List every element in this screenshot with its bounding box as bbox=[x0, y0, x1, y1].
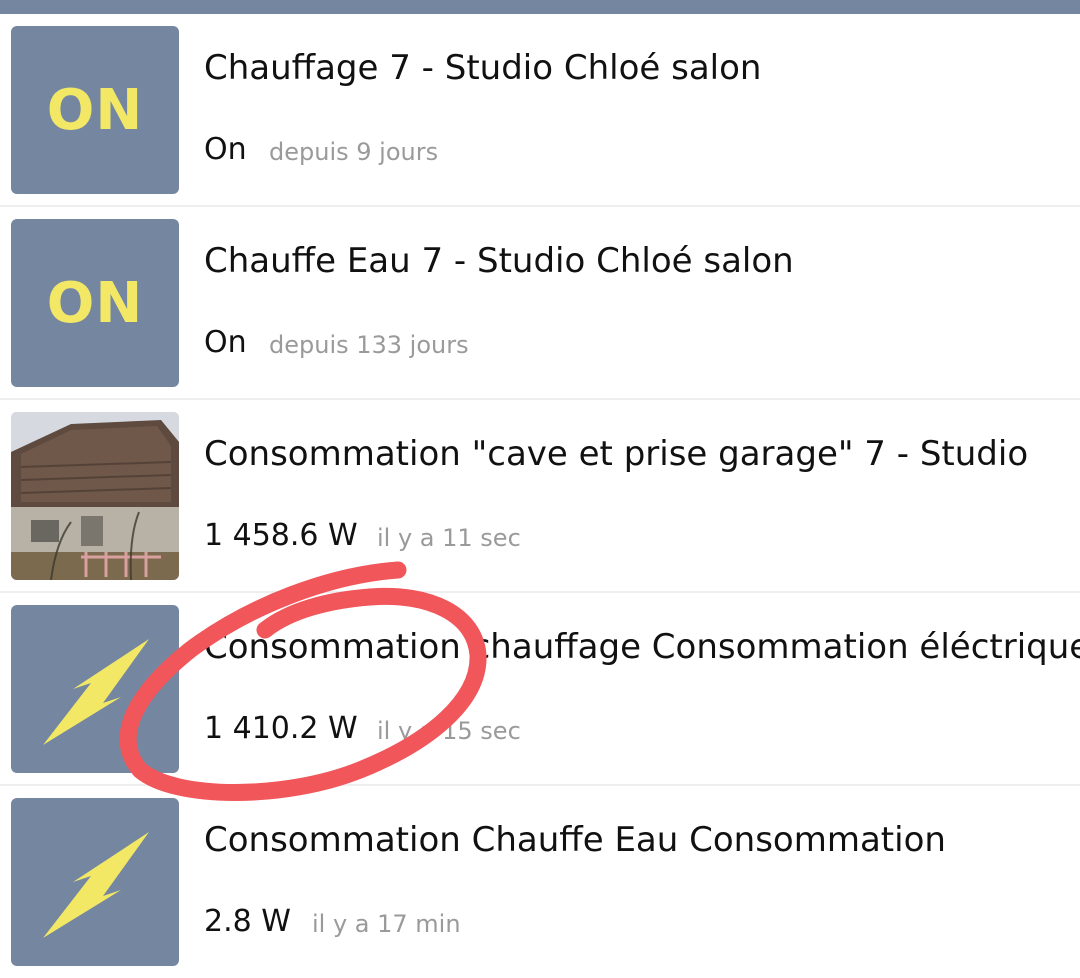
device-last-update: il y a 15 sec bbox=[377, 717, 521, 745]
device-row-cave-garage[interactable]: Consommation "cave et prise garage" 7 - … bbox=[0, 400, 1080, 593]
device-row-chauffe-eau[interactable]: ON Chauffe Eau 7 - Studio Chloé salon On… bbox=[0, 207, 1080, 400]
device-value: 1 410.2 W bbox=[204, 711, 358, 746]
lightning-bolt-glyph bbox=[43, 832, 149, 938]
lightning-bolt-glyph bbox=[43, 639, 149, 745]
device-last-update: depuis 133 jours bbox=[269, 331, 469, 359]
device-title: Consommation "cave et prise garage" 7 - … bbox=[204, 434, 1029, 474]
house-photo-image bbox=[11, 412, 179, 580]
on-state-icon: ON bbox=[11, 26, 179, 194]
device-title: Chauffage 7 - Studio Chloé salon bbox=[204, 48, 762, 88]
device-title: Consommation Chauffe Eau Consommation bbox=[204, 820, 946, 860]
device-row-chauffage[interactable]: ON Chauffage 7 - Studio Chloé salon On d… bbox=[0, 14, 1080, 207]
device-list-screen: ON Chauffage 7 - Studio Chloé salon On d… bbox=[0, 0, 1080, 978]
lightning-bolt-icon bbox=[11, 798, 179, 966]
device-value: 1 458.6 W bbox=[204, 518, 358, 553]
device-value: 2.8 W bbox=[204, 904, 291, 939]
device-title: Chauffe Eau 7 - Studio Chloé salon bbox=[204, 241, 794, 281]
device-last-update: il y a 17 min bbox=[312, 910, 461, 938]
device-row-consommation-chauffage[interactable]: Consommation chauffage Consommation éléc… bbox=[0, 593, 1080, 786]
device-last-update: depuis 9 jours bbox=[269, 138, 439, 166]
device-value: On bbox=[204, 132, 247, 167]
lightning-bolt-icon bbox=[11, 605, 179, 773]
house-photo bbox=[11, 412, 179, 580]
device-last-update: il y a 11 sec bbox=[377, 524, 521, 552]
device-row-consommation-chauffe-eau[interactable]: Consommation Chauffe Eau Consommation 2.… bbox=[0, 786, 1080, 978]
on-icon-label: ON bbox=[46, 270, 144, 336]
device-title: Consommation chauffage Consommation éléc… bbox=[204, 627, 1080, 667]
on-state-icon: ON bbox=[11, 219, 179, 387]
on-icon-label: ON bbox=[46, 77, 144, 143]
device-value: On bbox=[204, 325, 247, 360]
header-bar bbox=[0, 0, 1080, 14]
